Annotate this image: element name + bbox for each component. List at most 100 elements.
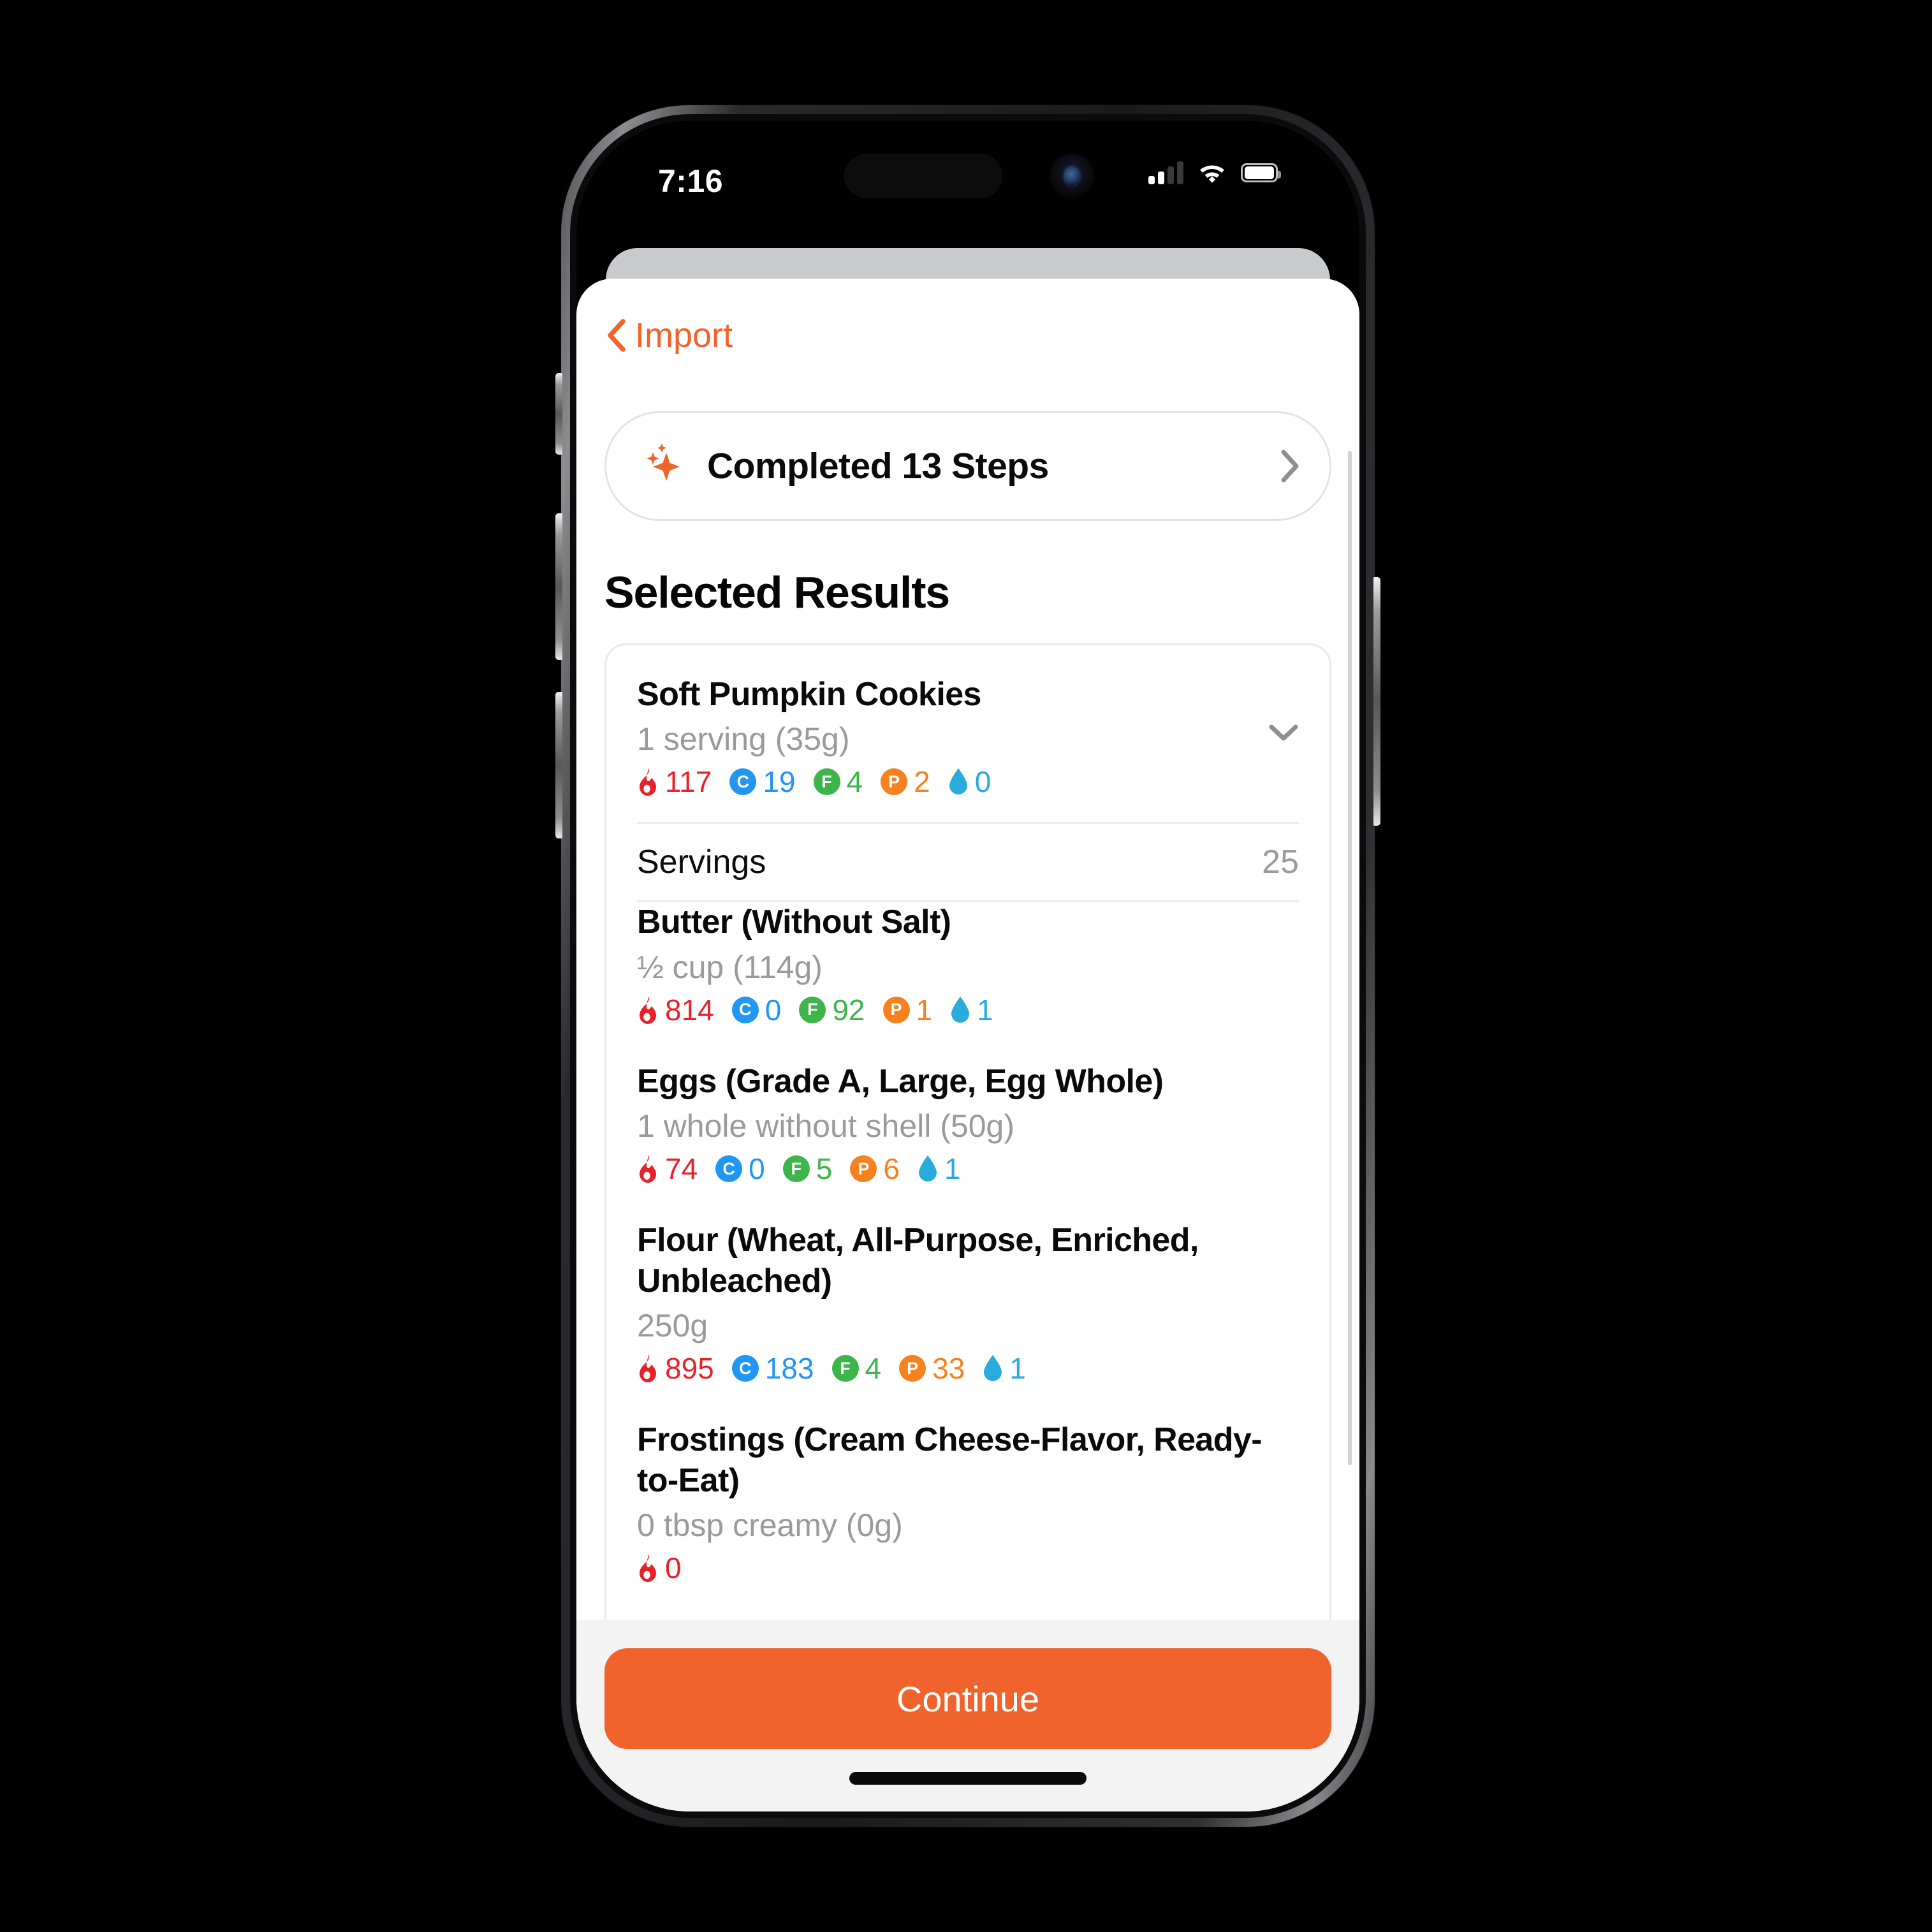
servings-row[interactable]: Servings 25 bbox=[637, 824, 1299, 900]
food-name: Flour (Wheat, All-Purpose, Enriched, Unb… bbox=[637, 1222, 1199, 1299]
macro-water-value: 1 bbox=[977, 993, 993, 1027]
macro-protein-value: 1 bbox=[916, 993, 933, 1027]
selected-results-card: Soft Pumpkin Cookies 1 serving (35g) 117… bbox=[604, 643, 1331, 1620]
status-bar-time: 7:16 bbox=[658, 163, 724, 199]
macro-water: 1 bbox=[918, 1154, 961, 1183]
chevron-down-icon[interactable] bbox=[1253, 675, 1299, 745]
chevron-left-icon bbox=[604, 319, 626, 352]
wifi-icon bbox=[1197, 162, 1227, 184]
flame-icon bbox=[637, 1554, 659, 1583]
power-button[interactable] bbox=[1373, 577, 1380, 826]
list-item[interactable]: Eggs (Grade A, Large, Egg Whole) 1 whole… bbox=[637, 1062, 1299, 1183]
results-scroll-area[interactable]: Completed 13 Steps Selected Results Soft… bbox=[576, 374, 1359, 1620]
macro-water: 0 bbox=[948, 767, 991, 796]
servings-label: Servings bbox=[637, 844, 766, 881]
macro-fat: F 92 bbox=[799, 995, 865, 1025]
macro-summary: 117 C 19 F 4 P 2 0 bbox=[637, 767, 1253, 796]
food-portion: 1 whole without shell (50g) bbox=[637, 1108, 1014, 1145]
macro-protein-value: 6 bbox=[883, 1152, 900, 1186]
chevron-right-icon bbox=[1281, 450, 1299, 483]
action-button[interactable] bbox=[555, 373, 562, 455]
macro-water: 1 bbox=[983, 1354, 1026, 1383]
macro-water-value: 1 bbox=[944, 1152, 961, 1186]
carbs-badge-icon: C bbox=[731, 1355, 759, 1382]
battery-full-icon bbox=[1241, 163, 1281, 182]
macro-carbs: C 0 bbox=[715, 1154, 765, 1183]
fat-badge-icon: F bbox=[799, 996, 826, 1023]
back-button[interactable]: Import bbox=[604, 316, 733, 355]
carbs-badge-icon: C bbox=[729, 768, 757, 796]
food-portion: ½ cup (114g) bbox=[637, 949, 823, 985]
macro-carbs-value: 0 bbox=[765, 993, 782, 1027]
dynamic-island bbox=[844, 154, 1002, 198]
macro-protein: P 6 bbox=[850, 1154, 900, 1183]
continue-button[interactable]: Continue bbox=[604, 1648, 1331, 1749]
status-bar: 7:16 bbox=[576, 121, 1359, 242]
macro-carbs-value: 19 bbox=[763, 765, 796, 799]
list-item[interactable]: Flour (Wheat, All-Purpose, Enriched, Unb… bbox=[637, 1220, 1299, 1383]
macro-protein: P 1 bbox=[882, 993, 933, 1027]
completed-steps-label: Completed 13 Steps bbox=[707, 446, 1049, 487]
macro-carbs: C 0 bbox=[731, 993, 782, 1027]
macro-fat: F 5 bbox=[782, 1152, 833, 1186]
list-item[interactable]: Butter (Without Salt) ½ cup (114g) 814 C… bbox=[637, 902, 1299, 1024]
food-portion: 250g bbox=[637, 1308, 708, 1344]
macro-calories-value: 74 bbox=[665, 1152, 698, 1186]
list-item[interactable]: Soft Pumpkin Cookies 1 serving (35g) 117… bbox=[637, 675, 1299, 796]
macro-summary: 0 bbox=[637, 1553, 1299, 1583]
macro-calories: 0 bbox=[637, 1553, 682, 1583]
food-portion: 1 serving (35g) bbox=[637, 721, 850, 757]
flame-icon bbox=[637, 768, 659, 796]
macro-calories: 117 bbox=[637, 767, 712, 796]
macro-protein: P 2 bbox=[881, 767, 930, 796]
scrollbar[interactable] bbox=[1348, 451, 1352, 1604]
macro-calories-value: 0 bbox=[665, 1551, 682, 1585]
flame-icon bbox=[637, 1155, 659, 1183]
food-portion: 0 tbsp creamy (0g) bbox=[637, 1507, 903, 1544]
macro-calories-value: 895 bbox=[665, 1352, 714, 1386]
water-drop-icon bbox=[918, 1155, 938, 1183]
volume-down-button[interactable] bbox=[555, 692, 562, 838]
macro-summary: 74 C 0 F 5 P 6 1 bbox=[637, 1154, 1299, 1183]
water-drop-icon bbox=[948, 768, 969, 796]
macro-fat-value: 4 bbox=[865, 1352, 882, 1386]
sparkles-icon bbox=[641, 441, 687, 491]
signal-bars-icon bbox=[1148, 161, 1183, 184]
flame-icon bbox=[637, 1354, 659, 1383]
macro-carbs-value: 183 bbox=[765, 1352, 814, 1386]
phone-device-frame: 7:16 Import Completed 13 Steps Selected … bbox=[555, 105, 1380, 1827]
protein-badge-icon: P bbox=[881, 768, 908, 796]
back-button-label: Import bbox=[635, 316, 733, 355]
macro-summary: 895 C 183 F 4 P 33 1 bbox=[637, 1354, 1299, 1383]
macro-protein-value: 2 bbox=[914, 765, 930, 799]
macro-carbs: C 19 bbox=[729, 765, 796, 799]
protein-badge-icon: P bbox=[850, 1155, 877, 1183]
macro-fat: F 4 bbox=[813, 767, 863, 796]
macro-fat-value: 92 bbox=[832, 993, 865, 1027]
scroll-content: Completed 13 Steps Selected Results Soft… bbox=[576, 374, 1359, 1620]
completed-steps-banner[interactable]: Completed 13 Steps bbox=[604, 411, 1331, 521]
macro-summary: 814 C 0 F 92 P 1 1 bbox=[637, 995, 1299, 1025]
fat-badge-icon: F bbox=[782, 1155, 810, 1183]
servings-value: 25 bbox=[1262, 844, 1299, 881]
macro-carbs-value: 0 bbox=[749, 1152, 765, 1186]
list-item[interactable]: Frostings (Cream Cheese-Flavor, Ready-to… bbox=[637, 1420, 1299, 1583]
continue-button-label: Continue bbox=[896, 1678, 1040, 1719]
scrollbar-thumb[interactable] bbox=[1348, 451, 1352, 1466]
home-indicator[interactable] bbox=[849, 1772, 1087, 1785]
macro-carbs: C 183 bbox=[731, 1352, 814, 1386]
macro-calories-value: 814 bbox=[665, 993, 714, 1027]
macro-fat-value: 5 bbox=[816, 1152, 833, 1186]
volume-up-button[interactable] bbox=[555, 513, 562, 660]
navigation-bar: Import bbox=[576, 279, 1359, 374]
macro-protein: P 33 bbox=[899, 1354, 965, 1383]
protein-badge-icon: P bbox=[899, 1355, 926, 1382]
food-name: Butter (Without Salt) bbox=[637, 904, 951, 941]
screenshot-stage: 7:16 Import Completed 13 Steps Selected … bbox=[0, 0, 1932, 1932]
protein-badge-icon: P bbox=[882, 996, 910, 1023]
status-bar-indicators bbox=[1148, 161, 1281, 184]
macro-calories: 895 bbox=[637, 1354, 714, 1383]
water-drop-icon bbox=[950, 996, 970, 1024]
macro-fat: F 4 bbox=[831, 1352, 882, 1386]
carbs-badge-icon: C bbox=[731, 996, 759, 1023]
